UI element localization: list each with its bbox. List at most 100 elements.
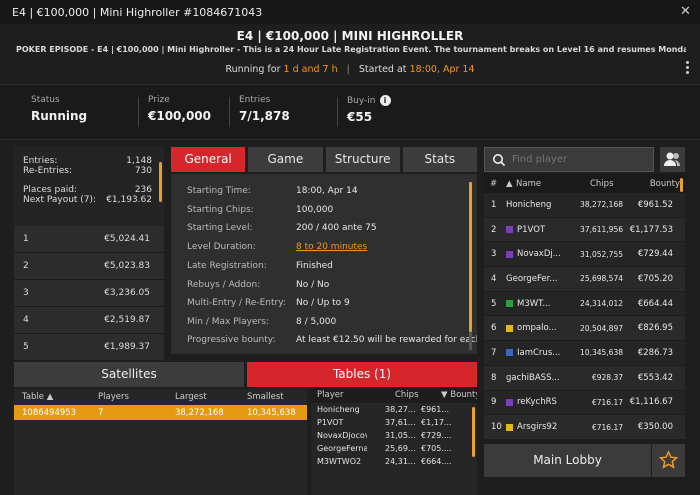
window-title: E4 | €100,000 | Mini Highroller #1084671…	[12, 6, 263, 19]
col-bounty[interactable]: ▼ Bounty	[413, 390, 477, 400]
player-name-cell: M3WT...	[506, 299, 568, 309]
table-row[interactable]: 1086494953 7 38,272,168 10,345,638	[14, 405, 307, 420]
player-bounty: €286.73	[637, 347, 673, 358]
started-time: 18:00, Apr 14	[409, 64, 475, 75]
player-rank: 8	[491, 372, 497, 383]
tables-list: Table ▲ Players Largest Smallest 1086494…	[14, 389, 307, 495]
level-duration-link[interactable]: 8 to 20 minutes	[296, 242, 367, 252]
list-item[interactable]: P1VOT 37,61... €1,17...	[311, 416, 477, 429]
table-row[interactable]: 8 gachiBASS... €928.37 €553.42	[484, 365, 685, 391]
table-row[interactable]: 10 Arsgirs92 €716.17 €350.00	[484, 415, 685, 440]
player-name: reKychRS	[517, 397, 557, 408]
running-duration: 1 d and 7 h	[283, 64, 338, 75]
player-name-cell: P1VOT	[506, 225, 568, 235]
col-players[interactable]: Players	[98, 392, 175, 402]
col-bounty[interactable]: Bounty	[630, 179, 680, 189]
player-chips: 31,05...	[385, 431, 416, 440]
player-search[interactable]	[484, 147, 654, 172]
reentries-value: 730	[134, 166, 152, 176]
scrollbar[interactable]	[680, 178, 683, 192]
player-name-cell: Arsgirs92	[506, 422, 568, 432]
running-status: Running for 1 d and 7 h | Started at 18:…	[225, 64, 475, 75]
player-name: Honicheng	[506, 199, 552, 210]
table-row[interactable]: 4 GeorgeFer... 25,698,574 €705.20	[484, 267, 685, 292]
tab-satellites[interactable]: Satellites	[14, 362, 244, 387]
payout-row: 3 €3,236.05	[14, 280, 164, 307]
window-titlebar: E4 | €100,000 | Mini Highroller #1084671…	[0, 0, 700, 24]
tab-general[interactable]: General	[171, 147, 246, 172]
stat-label: Status	[31, 95, 60, 105]
stat-prize: Prize €100,000	[148, 95, 211, 123]
tab-tables[interactable]: Tables (1)	[247, 362, 477, 387]
scrollbar[interactable]	[469, 182, 472, 332]
player-chips: 24,31...	[385, 457, 416, 466]
tab-structure[interactable]: Structure	[325, 147, 400, 172]
player-chips: 25,69...	[385, 444, 416, 453]
player-name: NovaxDjocovid	[317, 431, 367, 440]
table-row[interactable]: 5 M3WT... 24,314,012 €664.44	[484, 292, 685, 317]
star-icon	[658, 450, 679, 469]
table-row[interactable]: 1 Honicheng 38,272,168 €961.52	[484, 193, 685, 218]
payout-place: 2	[23, 261, 29, 271]
general-value: 100,000	[296, 205, 334, 215]
tournament-title: E4 | €100,000 | MINI HIGHROLLER	[236, 29, 464, 43]
player-bounty: €705....	[421, 444, 452, 453]
player-name-cell: reKychRS	[506, 397, 568, 407]
col-largest[interactable]: Largest	[175, 392, 247, 402]
general-label: Rebuys / Addon:	[187, 280, 261, 290]
general-label: Late Registration:	[187, 261, 267, 271]
started-prefix: Started at	[358, 64, 407, 75]
payout-amount: €1,989.37	[104, 342, 150, 352]
stat-entries: Entries 7/1,878	[239, 95, 290, 123]
info-icon[interactable]: i	[379, 95, 391, 106]
payout-place: 4	[23, 315, 29, 325]
general-value: No / Up to 9	[296, 298, 350, 308]
scrollbar[interactable]	[159, 162, 162, 202]
table-players: 7	[98, 407, 104, 418]
player-name: P1VOT	[317, 418, 344, 427]
col-name[interactable]: Name	[516, 179, 590, 189]
search-input[interactable]	[512, 154, 642, 165]
player-name: GeorgeFer...	[506, 273, 558, 284]
list-item[interactable]: NovaxDjocovid 31,05... €729....	[311, 429, 477, 442]
favorite-button[interactable]	[652, 444, 685, 477]
col-table[interactable]: Table ▲	[14, 392, 98, 402]
table-largest: 38,272,168	[175, 407, 224, 418]
table-row[interactable]: 9 reKychRS €716.17 €1,116.67	[484, 391, 685, 416]
next-payout-value: €1,193.62	[106, 195, 152, 205]
list-item[interactable]: Honicheng 38,27... €961...	[311, 403, 477, 416]
tab-game[interactable]: Game	[248, 147, 323, 172]
list-item[interactable]: GeorgeFernan... 25,69... €705....	[311, 442, 477, 455]
col-chips[interactable]: Chips	[367, 390, 419, 400]
player-name: P1VOT	[517, 224, 546, 235]
add-user-button[interactable]	[660, 147, 685, 172]
player-bounty: €961.52	[637, 199, 673, 210]
table-row[interactable]: 7 IamCrus... 10,345,638 €286.73	[484, 341, 685, 366]
divider	[337, 97, 338, 127]
payout-amount: €3,236.05	[104, 288, 150, 298]
table-smallest: 10,345,638	[247, 407, 296, 418]
player-name: NovaxDj...	[517, 249, 561, 260]
scrollbar[interactable]	[472, 407, 475, 457]
list-item[interactable]: M3WTWO2 24,31... €664....	[311, 455, 477, 468]
col-rank[interactable]: #	[484, 179, 506, 189]
table-row[interactable]: 3 NovaxDj... 31,052,755 €729.44	[484, 242, 685, 268]
col-chips[interactable]: Chips	[590, 179, 630, 189]
general-value: At least €12.50 will be rewarded for eac…	[296, 335, 477, 345]
more-menu-icon[interactable]	[680, 60, 694, 74]
main-lobby-button[interactable]: Main Lobby	[484, 444, 651, 477]
player-chips: 24,314,012	[580, 299, 623, 309]
payout-row: 1 €5,024.41	[14, 226, 164, 253]
tab-stats[interactable]: Stats	[402, 147, 477, 172]
close-icon[interactable]: ✕	[680, 4, 691, 19]
payout-place: 3	[23, 288, 29, 298]
player-name-cell: gachiBASS...	[506, 373, 568, 383]
table-row[interactable]: 6 ompalo... 20,504,897 €826.95	[484, 316, 685, 342]
next-payout-label: Next Payout (7):	[23, 195, 97, 205]
col-player[interactable]: Player	[311, 390, 367, 400]
col-smallest[interactable]: Smallest	[247, 392, 307, 402]
stat-value: €100,000	[148, 109, 212, 123]
stat-buyin: Buy-in i €55	[347, 95, 391, 124]
table-row[interactable]: 2 P1VOT 37,611,956 €1,177.53	[484, 217, 685, 243]
player-rows: 1 Honicheng 38,272,168 €961.52 2 P1VOT 37,611,…	[484, 193, 685, 440]
